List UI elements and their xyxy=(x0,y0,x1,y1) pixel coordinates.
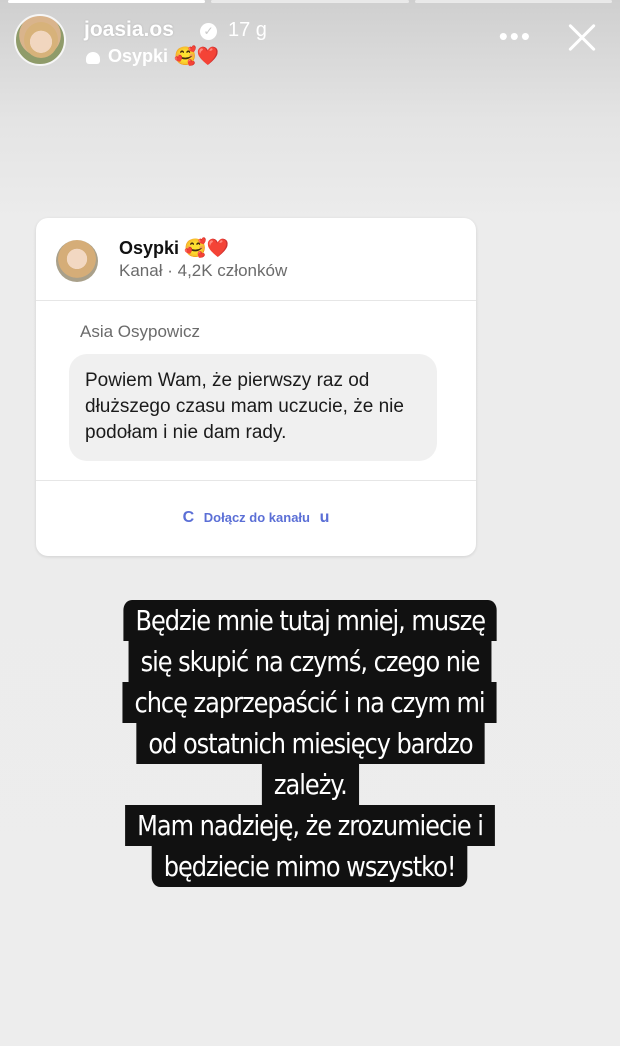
progress-segment xyxy=(414,0,612,3)
music-emoji: 🥰❤️ xyxy=(174,46,219,66)
join-channel-button[interactable]: C Dołącz do kanału u xyxy=(36,509,476,527)
channel-type: Kanał xyxy=(119,261,163,280)
channel-subtitle: Kanał · 4,2K członków xyxy=(119,261,288,280)
channel-card[interactable]: Osypki 🥰❤️ Kanał · 4,2K członków Asia Os… xyxy=(36,218,476,556)
story-header: joasia.os ✓ 17 g Osypki 🥰❤️ ••• xyxy=(14,14,606,70)
progress-segment xyxy=(211,0,409,3)
card-divider xyxy=(36,480,476,481)
caption-line: się skupić na czymś, czego nie xyxy=(128,641,492,682)
more-options-icon[interactable]: ••• xyxy=(499,23,532,49)
message-bubble: Powiem Wam, że pierwszy raz od dłuższego… xyxy=(69,354,437,461)
story-frame: joasia.os ✓ 17 g Osypki 🥰❤️ ••• Osypki 🥰… xyxy=(0,0,620,1046)
post-time: 17 g xyxy=(228,19,267,41)
music-sticker[interactable]: Osypki 🥰❤️ xyxy=(84,46,219,67)
music-icon xyxy=(84,49,102,65)
caption-line: od ostatnich miesięcy bardzo xyxy=(135,723,485,764)
join-channel-label: Dołącz do kanału xyxy=(203,510,310,525)
channel-avatar xyxy=(56,240,98,282)
caption-line: będziecie mimo wszystko! xyxy=(152,846,468,887)
message-sender: Asia Osypowicz xyxy=(80,322,200,341)
close-icon[interactable] xyxy=(562,18,600,56)
card-divider xyxy=(36,300,476,301)
username[interactable]: joasia.os xyxy=(84,18,174,42)
avatar[interactable] xyxy=(14,14,66,66)
caption-line: Będzie mnie tutaj mniej, muszę xyxy=(123,600,497,641)
join-left-glyph: C xyxy=(182,509,195,526)
channel-name: Osypki xyxy=(119,238,180,258)
story-progress-bar xyxy=(8,0,612,3)
caption-line: zależy. xyxy=(261,764,359,805)
music-title: Osypki xyxy=(108,46,169,66)
progress-segment xyxy=(8,0,206,3)
channel-title: Osypki 🥰❤️ xyxy=(119,238,229,259)
caption-line: Mam nadzieję, że zrozumiecie i xyxy=(125,805,495,846)
verified-check-icon: ✓ xyxy=(200,23,217,40)
channel-emoji: 🥰❤️ xyxy=(184,238,229,258)
caption-line: chcę zaprzepaścić i na czym mi xyxy=(122,682,498,723)
channel-members: 4,2K członków xyxy=(177,261,288,280)
story-caption: Będzie mnie tutaj mniej, muszę się skupi… xyxy=(0,600,620,887)
join-right-glyph: u xyxy=(319,509,330,526)
